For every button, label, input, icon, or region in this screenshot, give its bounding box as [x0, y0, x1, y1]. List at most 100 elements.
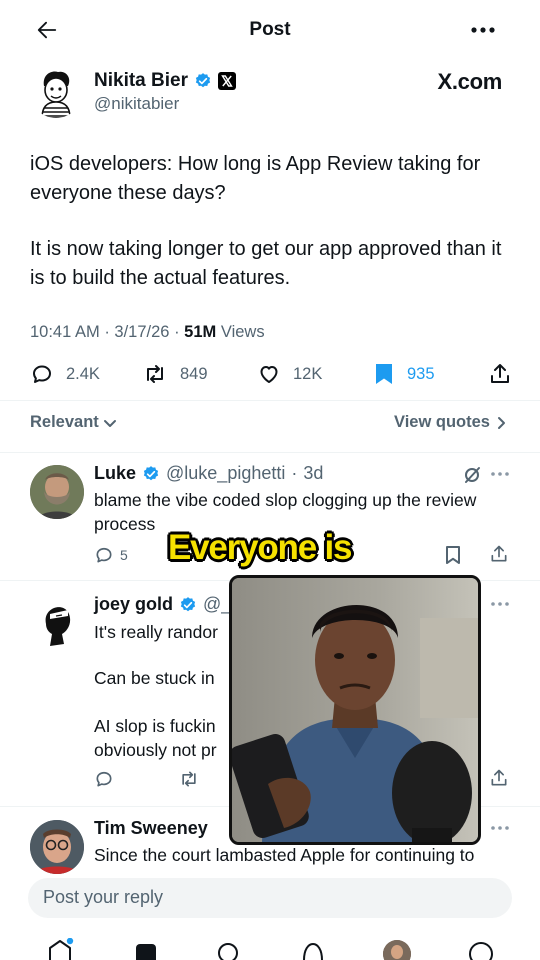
post-meta: 10:41 AM · 3/17/26 · 51M Views: [30, 323, 265, 341]
reply-author-row[interactable]: Luke @luke_pighetti · 3d: [94, 463, 323, 484]
reply-text-line: AI slop is fuckin: [94, 716, 216, 736]
reply-bookmark-button[interactable]: [444, 545, 462, 565]
reply-text-line: obviously not pr: [94, 740, 217, 760]
reply-avatar[interactable]: [30, 820, 84, 874]
share-button[interactable]: [488, 362, 512, 386]
page-title: Post: [249, 19, 291, 40]
divider: [0, 400, 540, 401]
nav-home[interactable]: [46, 938, 74, 960]
reply-text-line: Since the court lambasted Apple for cont…: [94, 845, 475, 865]
home-icon: [49, 938, 74, 960]
verified-badge-icon: [143, 465, 159, 480]
view-quotes-link[interactable]: View quotes: [394, 413, 506, 432]
nav-notifications[interactable]: [300, 940, 326, 960]
more-options-button[interactable]: [470, 25, 496, 35]
profile-avatar-icon: [383, 940, 411, 960]
share-icon: [491, 545, 507, 562]
chevron-right-icon: [498, 416, 505, 429]
reply-more-button[interactable]: [490, 471, 510, 477]
sort-dropdown[interactable]: Relevant: [30, 413, 117, 432]
bookmark-icon: [446, 546, 460, 564]
video-caption: Everyone is: [167, 527, 353, 568]
search-icon: [218, 943, 238, 960]
post-date: 3/17/26: [114, 323, 170, 341]
nav-profile-avatar[interactable]: [383, 940, 411, 960]
view-quotes-label: View quotes: [394, 413, 490, 431]
bell-icon: [303, 943, 323, 960]
bearded-man-avatar-icon: [30, 465, 84, 519]
reply-avatar[interactable]: [30, 465, 84, 519]
reply-count: 2.4K: [66, 364, 100, 383]
bookmark-stat-button[interactable]: 935: [373, 362, 435, 386]
reply-author-name: Luke: [94, 463, 137, 483]
share-icon: [491, 769, 507, 786]
views-label[interactable]: Views: [221, 323, 265, 341]
reply-bubble-icon: [96, 771, 112, 787]
repost-stat-button[interactable]: 849: [142, 362, 208, 386]
reply-text-line: Can be stuck in: [94, 668, 215, 688]
repost-icon: [182, 771, 196, 787]
author-name-row[interactable]: Nikita Bier: [94, 70, 236, 92]
divider: [0, 452, 540, 453]
bookmark-count: 935: [407, 364, 435, 383]
post-paragraph: iOS developers: How long is App Review t…: [30, 153, 481, 204]
man-with-glasses-avatar-icon: [30, 820, 84, 874]
more-dots-icon: [491, 472, 509, 476]
sort-label: Relevant: [30, 413, 99, 431]
more-dots-icon: [471, 27, 495, 33]
nav-search[interactable]: [216, 940, 242, 960]
bookmark-filled-icon: [376, 364, 392, 384]
verified-badge-icon: [180, 596, 196, 611]
x-affiliate-badge-icon: [217, 72, 236, 90]
reply-more-button[interactable]: [490, 825, 510, 831]
reply-age: 3d: [303, 463, 324, 483]
person-with-phone-video-frame: [232, 578, 478, 842]
reply-more-button[interactable]: [490, 601, 510, 607]
reply-share-button[interactable]: [489, 768, 509, 788]
silhouette-avatar-icon: [45, 607, 71, 646]
reply-compose-placeholder: Post your reply: [43, 887, 164, 907]
reply-repost-button[interactable]: [178, 769, 200, 789]
nav-messages[interactable]: [467, 940, 495, 960]
reply-text-line: It's really randor: [94, 622, 218, 642]
source-watermark: X.com: [437, 69, 502, 94]
more-dots-icon: [491, 602, 509, 606]
reply-author-name: Tim Sweeney: [94, 818, 208, 838]
message-icon: [469, 942, 493, 960]
more-dots-icon: [491, 826, 509, 830]
reply-avatar[interactable]: [32, 594, 82, 654]
reply-bubble-icon: [96, 547, 112, 563]
reply-author-row[interactable]: Tim Sweeney: [94, 818, 208, 839]
nav-grok[interactable]: [135, 942, 157, 960]
grok-nav-icon: [136, 944, 156, 960]
post-text: iOS developers: How long is App Review t…: [30, 150, 520, 292]
post-time: 10:41 AM: [30, 323, 100, 341]
reply-bubble-icon: [33, 365, 51, 383]
author-avatar[interactable]: [30, 66, 82, 118]
reply-stat-button[interactable]: 2.4K: [30, 362, 100, 386]
like-stat-button[interactable]: 12K: [257, 362, 322, 386]
reply-reply-button[interactable]: 5: [94, 545, 128, 565]
grok-icon: [465, 467, 480, 483]
reply-reply-button[interactable]: [94, 769, 114, 789]
views-count: 51M: [184, 323, 217, 341]
reply-text-line: blame the vibe coded slop clogging up th…: [94, 490, 477, 510]
post-paragraph: It is now taking longer to get our app a…: [30, 238, 502, 289]
reply-count: 5: [120, 547, 128, 563]
author-name: Nikita Bier: [94, 70, 188, 91]
reply-compose-input[interactable]: Post your reply: [28, 878, 512, 918]
heart-icon: [260, 366, 278, 383]
like-count: 12K: [293, 364, 323, 383]
cartoon-avatar-icon: [41, 71, 71, 118]
chevron-down-icon: [103, 419, 116, 427]
reply-author-name: joey gold: [94, 594, 174, 614]
reply-author-row[interactable]: joey gold @_j: [94, 594, 235, 615]
verified-badge-icon: [195, 73, 211, 88]
grok-button[interactable]: [463, 466, 481, 484]
video-overlay[interactable]: [229, 575, 481, 845]
repost-icon: [147, 365, 163, 383]
reply-share-button[interactable]: [489, 544, 509, 564]
author-handle: @nikitabier: [94, 94, 180, 113]
share-icon: [491, 364, 509, 383]
reply-author-handle: @luke_pighetti: [166, 463, 286, 483]
